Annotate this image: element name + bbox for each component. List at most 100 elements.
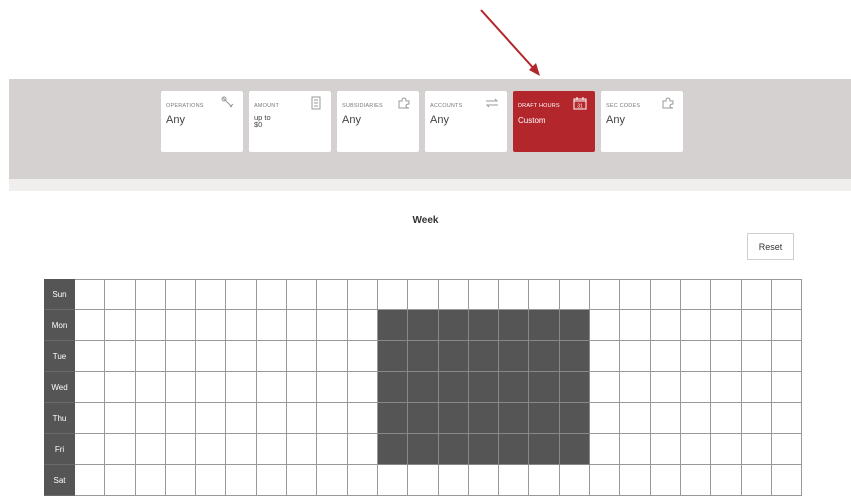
schedule-cell[interactable]: [317, 310, 348, 341]
schedule-cell[interactable]: [135, 279, 166, 310]
schedule-cell[interactable]: [711, 434, 742, 465]
schedule-cell[interactable]: [347, 372, 378, 403]
schedule-cell[interactable]: [529, 434, 560, 465]
schedule-cell[interactable]: [165, 310, 197, 341]
schedule-cell[interactable]: [256, 341, 288, 372]
schedule-cell[interactable]: [741, 434, 772, 465]
schedule-cell[interactable]: [287, 434, 318, 465]
schedule-cell[interactable]: [650, 279, 681, 310]
schedule-cell[interactable]: [317, 372, 348, 403]
schedule-cell[interactable]: [771, 434, 803, 465]
schedule-cell[interactable]: [135, 403, 166, 434]
schedule-cell[interactable]: [226, 279, 257, 310]
schedule-cell[interactable]: [408, 434, 439, 465]
schedule-cell[interactable]: [590, 372, 621, 403]
filter-card-accounts[interactable]: ACCOUNTS Any: [425, 91, 507, 152]
schedule-cell[interactable]: [438, 403, 469, 434]
schedule-cell[interactable]: [287, 341, 318, 372]
schedule-cell[interactable]: [650, 372, 681, 403]
schedule-cell[interactable]: [347, 341, 378, 372]
schedule-cell[interactable]: [559, 341, 591, 372]
schedule-cell[interactable]: [347, 465, 378, 496]
schedule-cell[interactable]: [529, 341, 560, 372]
schedule-cell[interactable]: [590, 434, 621, 465]
schedule-cell[interactable]: [468, 279, 500, 310]
schedule-cell[interactable]: [711, 403, 742, 434]
schedule-cell[interactable]: [75, 465, 106, 496]
schedule-cell[interactable]: [377, 372, 409, 403]
schedule-cell[interactable]: [468, 403, 500, 434]
schedule-cell[interactable]: [680, 372, 712, 403]
schedule-cell[interactable]: [408, 310, 439, 341]
schedule-cell[interactable]: [165, 372, 197, 403]
schedule-cell[interactable]: [468, 310, 500, 341]
schedule-cell[interactable]: [711, 310, 742, 341]
schedule-cell[interactable]: [468, 434, 500, 465]
schedule-cell[interactable]: [196, 279, 227, 310]
schedule-cell[interactable]: [287, 310, 318, 341]
schedule-cell[interactable]: [559, 465, 591, 496]
schedule-cell[interactable]: [559, 279, 591, 310]
schedule-cell[interactable]: [741, 279, 772, 310]
schedule-cell[interactable]: [741, 465, 772, 496]
schedule-cell[interactable]: [771, 279, 803, 310]
schedule-cell[interactable]: [226, 403, 257, 434]
schedule-cell[interactable]: [590, 465, 621, 496]
schedule-cell[interactable]: [226, 310, 257, 341]
schedule-cell[interactable]: [590, 310, 621, 341]
schedule-cell[interactable]: [468, 341, 500, 372]
schedule-cell[interactable]: [620, 341, 651, 372]
schedule-cell[interactable]: [650, 310, 681, 341]
schedule-cell[interactable]: [135, 434, 166, 465]
schedule-cell[interactable]: [377, 279, 409, 310]
schedule-cell[interactable]: [347, 310, 378, 341]
schedule-cell[interactable]: [256, 434, 288, 465]
filter-card-subsidiaries[interactable]: SUBSIDIARIES Any: [337, 91, 419, 152]
schedule-cell[interactable]: [529, 372, 560, 403]
schedule-cell[interactable]: [256, 465, 288, 496]
schedule-cell[interactable]: [650, 465, 681, 496]
schedule-cell[interactable]: [75, 279, 106, 310]
schedule-cell[interactable]: [529, 279, 560, 310]
schedule-cell[interactable]: [680, 434, 712, 465]
schedule-cell[interactable]: [226, 465, 257, 496]
filter-card-draft-hours[interactable]: DRAFT HOURS Custom 31: [513, 91, 595, 152]
schedule-cell[interactable]: [196, 341, 227, 372]
schedule-cell[interactable]: [771, 310, 803, 341]
schedule-cell[interactable]: [650, 434, 681, 465]
schedule-cell[interactable]: [256, 403, 288, 434]
schedule-cell[interactable]: [287, 372, 318, 403]
schedule-cell[interactable]: [226, 372, 257, 403]
schedule-cell[interactable]: [620, 465, 651, 496]
schedule-cell[interactable]: [771, 372, 803, 403]
schedule-cell[interactable]: [105, 434, 136, 465]
schedule-cell[interactable]: [196, 434, 227, 465]
schedule-cell[interactable]: [680, 341, 712, 372]
schedule-cell[interactable]: [196, 372, 227, 403]
schedule-cell[interactable]: [590, 279, 621, 310]
schedule-cell[interactable]: [468, 465, 500, 496]
schedule-cell[interactable]: [680, 403, 712, 434]
schedule-cell[interactable]: [196, 403, 227, 434]
schedule-cell[interactable]: [650, 403, 681, 434]
schedule-cell[interactable]: [771, 403, 803, 434]
schedule-cell[interactable]: [256, 279, 288, 310]
schedule-cell[interactable]: [529, 465, 560, 496]
schedule-cell[interactable]: [559, 403, 591, 434]
schedule-cell[interactable]: [438, 372, 469, 403]
schedule-cell[interactable]: [75, 434, 106, 465]
schedule-cell[interactable]: [620, 403, 651, 434]
schedule-cell[interactable]: [499, 310, 530, 341]
schedule-cell[interactable]: [408, 279, 439, 310]
schedule-cell[interactable]: [741, 372, 772, 403]
schedule-cell[interactable]: [226, 341, 257, 372]
schedule-cell[interactable]: [499, 465, 530, 496]
schedule-cell[interactable]: [75, 372, 106, 403]
schedule-cell[interactable]: [499, 403, 530, 434]
schedule-cell[interactable]: [377, 434, 409, 465]
schedule-cell[interactable]: [377, 465, 409, 496]
schedule-cell[interactable]: [105, 341, 136, 372]
schedule-cell[interactable]: [741, 310, 772, 341]
schedule-cell[interactable]: [620, 279, 651, 310]
schedule-cell[interactable]: [256, 310, 288, 341]
